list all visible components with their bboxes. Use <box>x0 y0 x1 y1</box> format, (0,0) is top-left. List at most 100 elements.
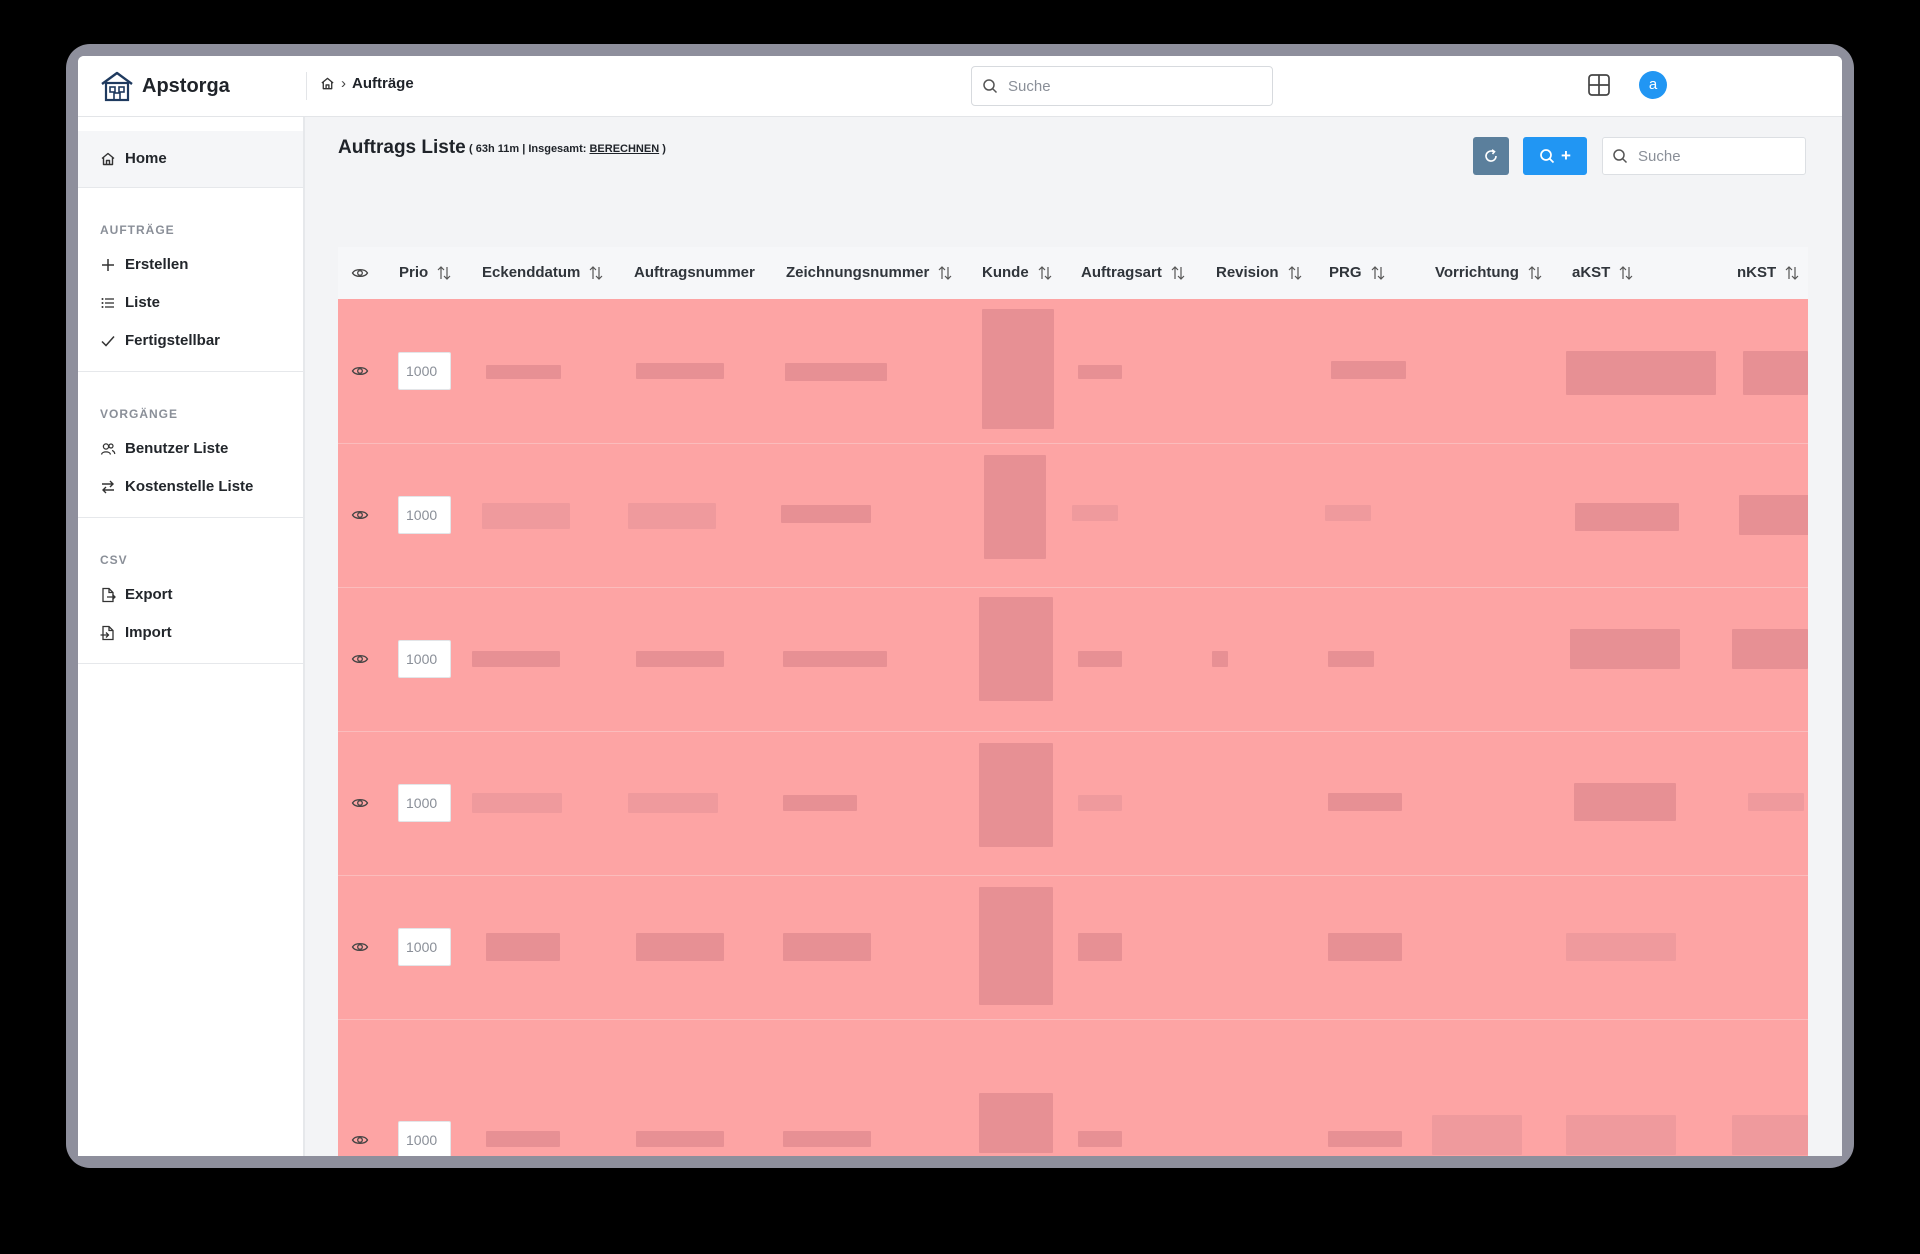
column-header-nkst[interactable]: nKST <box>1737 264 1800 281</box>
prio-input[interactable]: 1000 <box>398 1121 451 1156</box>
sidebar-item-kostenstelle-liste[interactable]: Kostenstelle Liste <box>100 478 253 495</box>
redacted-cell <box>1212 651 1228 667</box>
sort-icon[interactable] <box>1784 265 1800 281</box>
redacted-cell <box>1078 365 1122 379</box>
table-header: Prio Eckenddatum Auftragsnummer Zeichnun… <box>338 247 1808 300</box>
list-icon <box>101 297 114 308</box>
table-row[interactable]: 1000 <box>338 731 1808 876</box>
sidebar-item-import[interactable]: Import <box>100 624 172 641</box>
redacted-cell <box>628 793 718 813</box>
sort-icon[interactable] <box>937 265 953 281</box>
orders-table: Prio Eckenddatum Auftragsnummer Zeichnun… <box>338 247 1808 1156</box>
list-search-input[interactable] <box>1636 146 1800 166</box>
redacted-cell <box>1078 651 1122 667</box>
redacted-cell <box>1732 629 1808 669</box>
column-label: PRG <box>1329 264 1362 281</box>
sort-icon[interactable] <box>588 265 604 281</box>
sort-icon[interactable] <box>1037 265 1053 281</box>
user-avatar[interactable]: a <box>1639 71 1667 99</box>
top-search-input[interactable] <box>1006 76 1250 96</box>
redacted-cell <box>783 795 857 811</box>
eye-icon[interactable] <box>351 938 369 956</box>
berechnen-link[interactable]: BERECHNEN <box>589 143 659 155</box>
sidebar-item-label: Export <box>125 586 173 603</box>
sort-icon[interactable] <box>436 265 452 281</box>
table-row[interactable]: 1000 <box>338 875 1808 1020</box>
home-icon[interactable] <box>320 76 335 91</box>
table-row[interactable]: 1000 <box>338 443 1808 588</box>
redacted-cell <box>1575 503 1679 531</box>
prio-input[interactable]: 1000 <box>398 352 451 390</box>
table-row[interactable]: 1000 <box>338 299 1808 444</box>
list-search-box[interactable] <box>1602 137 1806 175</box>
top-search-box[interactable] <box>971 66 1273 106</box>
sidebar-item-liste[interactable]: Liste <box>100 294 160 311</box>
refresh-button[interactable] <box>1473 137 1509 175</box>
search-icon <box>983 79 998 94</box>
sidebar-item-fertigstellbar[interactable]: Fertigstellbar <box>100 332 220 349</box>
main-content: Auftrags Liste ( 63h 11m | Insgesamt: BE… <box>305 117 1842 1156</box>
redacted-cell <box>486 1131 560 1147</box>
redacted-cell <box>783 933 871 961</box>
redacted-cell <box>636 933 724 961</box>
column-header-kunde[interactable]: Kunde <box>982 264 1053 281</box>
redacted-cell <box>982 309 1054 429</box>
divider <box>78 187 303 188</box>
prio-input[interactable]: 1000 <box>398 928 451 966</box>
sidebar-item-label: Import <box>125 624 172 641</box>
app-window: Apstorga › Aufträge a <box>78 56 1842 1156</box>
eye-icon[interactable] <box>351 362 369 380</box>
top-bar: Apstorga › Aufträge a <box>78 56 1842 117</box>
redacted-cell <box>1570 629 1680 669</box>
sidebar-item-export[interactable]: Export <box>100 586 173 603</box>
redacted-cell <box>1325 505 1371 521</box>
column-header-eckenddatum[interactable]: Eckenddatum <box>482 264 604 281</box>
sort-icon[interactable] <box>1618 265 1634 281</box>
redacted-cell <box>636 651 724 667</box>
eye-icon[interactable] <box>351 506 369 524</box>
sort-icon[interactable] <box>1170 265 1186 281</box>
table-row[interactable]: 1000 <box>338 1019 1808 1156</box>
redacted-cell <box>472 793 562 813</box>
advanced-search-button[interactable]: + <box>1523 137 1587 175</box>
sort-icon[interactable] <box>1287 265 1303 281</box>
sort-icon[interactable] <box>1370 265 1386 281</box>
column-header-zeichnungsnummer[interactable]: Zeichnungsnummer <box>786 264 953 281</box>
prio-input[interactable]: 1000 <box>398 640 451 678</box>
grid-layout-icon[interactable] <box>1586 72 1612 98</box>
app-name: Apstorga <box>142 74 230 97</box>
eye-icon[interactable] <box>351 264 369 282</box>
redacted-cell <box>472 651 560 667</box>
redacted-cell <box>785 363 887 381</box>
sidebar-item-erstellen[interactable]: Erstellen <box>100 256 188 273</box>
sidebar-item-home[interactable]: Home <box>78 131 303 187</box>
column-header-akst[interactable]: aKST <box>1572 264 1634 281</box>
summary-prefix: ( 63h 11m | Insgesamt: <box>469 143 590 155</box>
eye-icon[interactable] <box>351 794 369 812</box>
eye-icon[interactable] <box>351 650 369 668</box>
refresh-icon <box>1485 149 1497 162</box>
redacted-cell <box>1328 1131 1402 1147</box>
column-label: Zeichnungsnummer <box>786 264 930 281</box>
prio-input[interactable]: 1000 <box>398 784 451 822</box>
table-row[interactable]: 1000 <box>338 587 1808 732</box>
redacted-cell <box>1328 793 1402 811</box>
sidebar: Home AUFTRÄGE Erstellen Liste Fertigstel… <box>78 117 305 1156</box>
column-header-revision[interactable]: Revision <box>1216 264 1303 281</box>
column-header-auftragsart[interactable]: Auftragsart <box>1081 264 1186 281</box>
column-header-vorrichtung[interactable]: Vorrichtung <box>1435 264 1543 281</box>
sort-icon[interactable] <box>1527 265 1543 281</box>
eye-icon[interactable] <box>351 1131 369 1149</box>
redacted-cell <box>781 505 871 523</box>
sidebar-item-benutzer-liste[interactable]: Benutzer Liste <box>100 440 228 457</box>
column-header-prio[interactable]: Prio <box>399 264 452 281</box>
sidebar-item-home-row: Home <box>100 150 167 167</box>
file-import-icon <box>100 625 114 640</box>
redacted-cell <box>1078 795 1122 811</box>
prio-input[interactable]: 1000 <box>398 496 451 534</box>
column-header-prg[interactable]: PRG <box>1329 264 1386 281</box>
redacted-cell <box>486 365 561 379</box>
column-header-auftragsnummer[interactable]: Auftragsnummer <box>634 264 755 281</box>
sidebar-item-label: Liste <box>125 294 161 311</box>
brand[interactable]: Apstorga <box>100 70 230 102</box>
